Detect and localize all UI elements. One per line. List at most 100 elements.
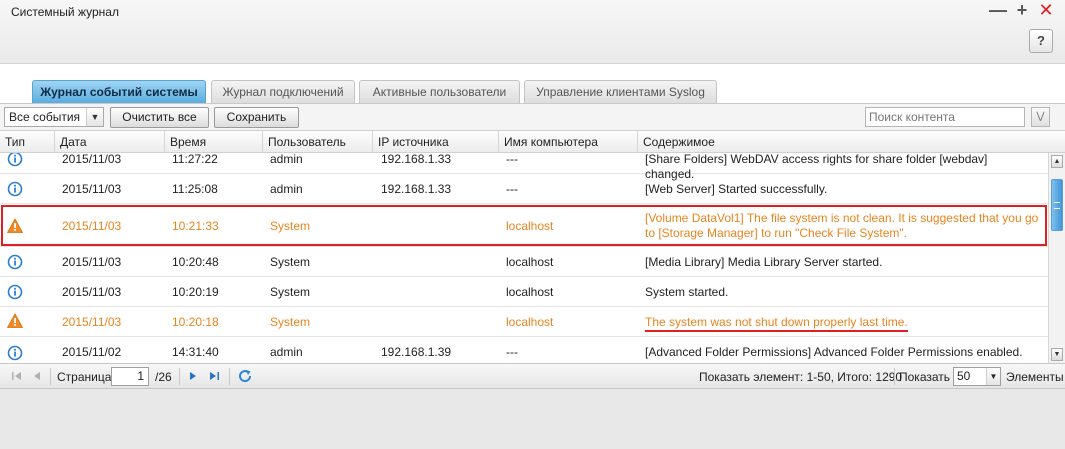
cell-time: 14:31:40 — [172, 345, 219, 359]
event-filter-select[interactable]: Все события ▼ — [4, 107, 104, 127]
highlighted-message: The system was not shut down properly la… — [645, 315, 908, 332]
cell-user: System — [270, 315, 311, 329]
cell-host: --- — [506, 182, 518, 196]
cell-content: [Volume DataVol1] The file system is not… — [645, 211, 1039, 240]
window-title: Системный журнал — [11, 5, 119, 19]
table-row[interactable]: 2015/11/03 10:20:48 System localhost [Me… — [0, 247, 1048, 277]
table-body: 2015/11/03 11:27:22 admin 192.168.1.33 -… — [0, 153, 1048, 364]
cell-date: 2015/11/03 — [62, 219, 122, 233]
warning-icon — [7, 218, 23, 233]
page-number-input[interactable]: 1 — [111, 367, 149, 386]
event-filter-value: Все события — [9, 110, 81, 124]
scroll-up-icon[interactable]: ▲ — [1051, 155, 1063, 168]
table-row[interactable]: 2015/11/02 14:31:40 admin 192.168.1.39 -… — [0, 337, 1048, 364]
cell-time: 11:25:08 — [172, 182, 218, 196]
pagination-bar: Страница 1 /26 Показать элемент: 1-50, И… — [0, 363, 1065, 389]
cell-user: System — [270, 219, 311, 233]
header-type[interactable]: Тип — [0, 131, 55, 153]
page-size-value: 50 — [957, 369, 971, 383]
header-date[interactable]: Дата — [55, 131, 165, 153]
info-icon — [7, 345, 23, 361]
search-options-icon[interactable]: ⋁ — [1031, 107, 1050, 127]
cell-host: localhost — [506, 219, 554, 233]
scroll-down-icon[interactable]: ▼ — [1051, 348, 1063, 361]
page-size-select[interactable]: 50 ▼ — [953, 367, 1001, 386]
divider — [179, 368, 180, 385]
cell-content: The system was not shut down properly la… — [640, 315, 908, 332]
cell-content: [Media Library] Media Library Server sta… — [645, 255, 883, 269]
table-row[interactable]: 2015/11/03 10:20:18 System localhost The… — [0, 307, 1048, 337]
vertical-scrollbar[interactable]: ▲ ▼ — [1048, 153, 1065, 364]
cell-user: System — [270, 285, 311, 299]
cell-content: [Web Server] Started successfully. — [645, 182, 828, 196]
cell-user: admin — [270, 153, 303, 166]
items-label: Элементы — [1006, 370, 1064, 384]
cell-time: 10:20:19 — [172, 285, 219, 299]
header-time[interactable]: Время — [165, 131, 263, 153]
header-ip[interactable]: IP источника — [373, 131, 499, 153]
window-titlebar: Системный журнал — + ✕ ? — [0, 0, 1065, 64]
show-label: Показать — [899, 370, 951, 384]
minimize-icon[interactable]: — — [989, 1, 1007, 19]
info-icon — [7, 284, 23, 300]
cell-ip: 192.168.1.33 — [381, 182, 452, 196]
display-info: Показать элемент: 1-50, Итого: 1290 — [699, 370, 903, 384]
help-button[interactable]: ? — [1029, 29, 1053, 53]
cell-ip: 192.168.1.33 — [381, 153, 452, 166]
info-icon — [7, 181, 23, 197]
table-header: Тип Дата Время Пользователь IP источника… — [0, 131, 1065, 153]
table-row[interactable]: 2015/11/03 10:20:19 System localhost Sys… — [0, 277, 1048, 307]
table-row[interactable]: 2015/11/03 11:25:08 admin 192.168.1.33 -… — [0, 174, 1048, 204]
cell-ip: 192.168.1.39 — [381, 345, 452, 359]
cell-user: System — [270, 255, 311, 269]
close-icon[interactable]: ✕ — [1037, 1, 1055, 19]
table-row[interactable]: 2015/11/03 11:27:22 admin 192.168.1.33 -… — [0, 153, 1048, 181]
cell-date: 2015/11/03 — [62, 255, 122, 269]
header-host[interactable]: Имя компьютера — [499, 131, 638, 153]
table-row[interactable]: 2015/11/03 10:21:33 System localhost [Vo… — [0, 204, 1048, 247]
toolbar: Все события ▼ Очистить все Сохранить ⋁ — [0, 103, 1065, 130]
last-page-icon[interactable] — [207, 369, 221, 383]
event-log-table: Тип Дата Время Пользователь IP источника… — [0, 130, 1065, 364]
tab-connections[interactable]: Журнал подключений — [211, 80, 355, 103]
cell-time: 10:21:33 — [172, 219, 219, 233]
cell-user: admin — [270, 345, 303, 359]
cell-host: localhost — [506, 285, 554, 299]
chevron-down-icon[interactable]: ▼ — [86, 108, 103, 126]
warning-icon — [7, 313, 23, 328]
first-page-icon[interactable] — [10, 369, 24, 383]
cell-content: [Advanced Folder Permissions] Advanced F… — [645, 345, 1023, 359]
cell-date: 2015/11/03 — [62, 182, 122, 196]
tab-syslog-clients[interactable]: Управление клиентами Syslog — [524, 80, 717, 103]
next-page-icon[interactable] — [186, 369, 200, 383]
tab-system-events[interactable]: Журнал событий системы — [32, 80, 206, 103]
save-button[interactable]: Сохранить — [214, 107, 299, 128]
header-content[interactable]: Содержимое — [638, 131, 1065, 153]
cell-host: localhost — [506, 255, 554, 269]
info-icon — [7, 153, 23, 167]
scrollbar-thumb[interactable] — [1051, 179, 1063, 231]
chevron-down-icon[interactable]: ▼ — [986, 368, 1000, 385]
info-icon — [7, 254, 23, 270]
cell-host: localhost — [506, 315, 554, 329]
prev-page-icon[interactable] — [30, 369, 44, 383]
maximize-icon[interactable]: + — [1013, 1, 1031, 19]
cell-host: --- — [506, 345, 518, 359]
footer-area — [0, 389, 1065, 449]
divider — [229, 368, 230, 385]
header-user[interactable]: Пользователь — [263, 131, 373, 153]
cell-date: 2015/11/03 — [62, 315, 122, 329]
cell-host: --- — [506, 153, 518, 166]
search-input[interactable] — [865, 107, 1025, 127]
tab-active-users[interactable]: Активные пользователи — [359, 80, 520, 103]
total-pages: /26 — [155, 370, 172, 384]
cell-content: System started. — [645, 285, 729, 299]
cell-time: 10:20:18 — [172, 315, 219, 329]
tab-bar: Журнал событий системы Журнал подключени… — [0, 64, 1065, 103]
cell-time: 10:20:48 — [172, 255, 219, 269]
clear-all-button[interactable]: Очистить все — [110, 107, 209, 128]
cell-date: 2015/11/02 — [62, 345, 122, 359]
refresh-icon[interactable] — [237, 368, 253, 384]
divider — [894, 368, 895, 385]
cell-user: admin — [270, 182, 303, 196]
